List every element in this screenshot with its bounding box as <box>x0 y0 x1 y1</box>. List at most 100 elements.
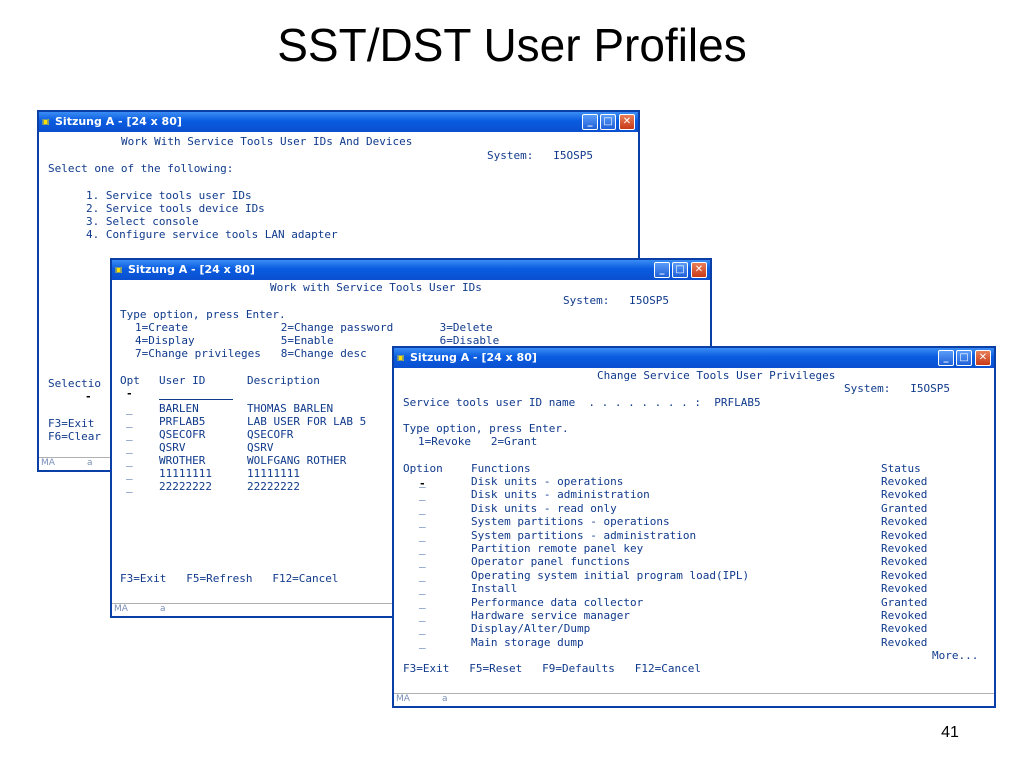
close-button[interactable]: ✕ <box>975 350 991 366</box>
maximize-button[interactable]: □ <box>672 262 688 278</box>
row-user-id: 11111111 <box>159 467 212 480</box>
privilege-option-input[interactable]: _ <box>419 609 426 622</box>
privilege-status: Revoked <box>881 542 928 555</box>
privilege-option-input[interactable]: _ <box>419 636 426 649</box>
privilege-option-input[interactable]: _ <box>419 475 426 488</box>
row-description: 22222222 <box>247 480 300 493</box>
menu-option-lan-adapter[interactable]: 4. Configure service tools LAN adapter <box>86 228 338 241</box>
privilege-option-input[interactable]: _ <box>419 542 426 555</box>
status-bar: MA a <box>394 693 994 706</box>
privilege-function: Hardware service manager <box>471 609 630 622</box>
row-option-input[interactable]: _ <box>126 402 133 415</box>
row-user-id: 22222222 <box>159 480 212 493</box>
column-header-opt: Opt <box>120 374 140 387</box>
column-header-description: Description <box>247 374 320 387</box>
privilege-status: Revoked <box>881 488 928 502</box>
privilege-function: Disk units - administration <box>471 488 650 502</box>
type-option-prompt: Type option, press Enter. <box>403 422 569 435</box>
privilege-status: Revoked <box>881 622 928 636</box>
privilege-option-input[interactable]: _ <box>419 529 426 542</box>
column-header-status: Status <box>881 462 921 475</box>
row-option-input[interactable]: _ <box>126 467 133 480</box>
status-mode: MA <box>396 694 410 704</box>
column-header-functions: Functions <box>471 462 531 475</box>
minimize-button[interactable]: _ <box>582 114 598 130</box>
status-field: a <box>160 604 166 614</box>
terminal-screen[interactable]: Change Service Tools User Privileges Sys… <box>394 368 994 706</box>
privilege-option-input[interactable]: _ <box>419 488 426 501</box>
privilege-function: Performance data collector <box>471 595 644 609</box>
menu-option-select-console[interactable]: 3. Select console <box>86 215 199 228</box>
function-keys[interactable]: F3=Exit F5=Refresh F12=Cancel <box>120 572 339 585</box>
terminal-window-privileges[interactable]: ▣ Sitzung A - [24 x 80] _ □ ✕ Change Ser… <box>392 346 996 708</box>
privilege-status: Revoked <box>881 609 928 622</box>
row-description: WOLFGANG ROTHER <box>247 454 347 467</box>
row-description: THOMAS BARLEN <box>247 402 334 415</box>
row-option-input[interactable]: _ <box>126 415 133 428</box>
minimize-button[interactable]: _ <box>654 262 670 278</box>
terminal-app-icon: ▣ <box>397 353 405 362</box>
window-title-bar[interactable]: ▣ Sitzung A - [24 x 80] _ □ ✕ <box>39 112 638 132</box>
row-description: QSECOFR <box>247 428 294 441</box>
privilege-status: Revoked <box>881 475 928 488</box>
column-header-user-id: User ID <box>159 374 206 387</box>
f6-clear-key[interactable]: F6=Clear <box>48 430 101 443</box>
privilege-option-input[interactable]: _ <box>419 582 426 595</box>
menu-option-user-ids[interactable]: 1. Service tools user IDs <box>86 189 252 202</box>
header-underline <box>159 399 233 400</box>
row-option-input[interactable]: _ <box>126 441 133 454</box>
system-name: System: I5OSP5 <box>844 382 950 395</box>
status-mode: MA <box>114 604 128 614</box>
privilege-option-input[interactable]: _ <box>419 569 426 582</box>
type-option-prompt: Type option, press Enter. <box>120 308 286 321</box>
screen-heading: Work with Service Tools User IDs <box>270 281 482 294</box>
row-user-id: BARLEN <box>159 402 199 415</box>
minimize-button[interactable]: _ <box>938 350 954 366</box>
row-option-input[interactable]: _ <box>126 480 133 493</box>
row-option-input[interactable]: _ <box>126 454 133 467</box>
system-name: System: I5OSP5 <box>563 294 669 307</box>
row-option-input[interactable]: _ <box>126 428 133 441</box>
privilege-function: Display/Alter/Dump <box>471 622 591 636</box>
privilege-function: Main storage dump <box>471 635 584 649</box>
maximize-button[interactable]: □ <box>600 114 616 130</box>
privilege-option-input[interactable]: _ <box>419 502 426 515</box>
select-prompt: Select one of the following: <box>48 162 234 175</box>
screen-heading: Change Service Tools User Privileges <box>597 369 836 382</box>
privilege-function: Partition remote panel key <box>471 542 644 555</box>
privilege-status: Revoked <box>881 555 928 569</box>
window-title: Sitzung A - [24 x 80] <box>55 115 182 128</box>
privilege-status: Granted <box>881 595 928 609</box>
window-title: Sitzung A - [24 x 80] <box>128 263 255 276</box>
more-indicator: More... <box>932 649 979 662</box>
privilege-option-input[interactable]: _ <box>419 596 426 609</box>
row-description: 11111111 <box>247 467 300 480</box>
privilege-option-input[interactable]: _ <box>419 555 426 568</box>
terminal-app-icon: ▣ <box>42 117 50 126</box>
selection-input[interactable]: - <box>85 390 92 403</box>
row-user-id: WROTHER <box>159 454 206 467</box>
privilege-status: Revoked <box>881 582 928 596</box>
menu-option-device-ids[interactable]: 2. Service tools device IDs <box>86 202 265 215</box>
option-legend-line: 1=Revoke 2=Grant <box>418 435 538 448</box>
page-number: 41 <box>941 724 959 741</box>
window-title: Sitzung A - [24 x 80] <box>410 351 537 364</box>
status-field: a <box>442 694 448 704</box>
maximize-button[interactable]: □ <box>956 350 972 366</box>
f3-exit-key[interactable]: F3=Exit <box>48 417 94 430</box>
function-keys[interactable]: F3=Exit F5=Reset F9=Defaults F12=Cancel <box>403 662 701 675</box>
close-button[interactable]: ✕ <box>691 262 707 278</box>
column-header-option: Option <box>403 462 443 475</box>
row-description: LAB USER FOR LAB 5 <box>247 415 367 428</box>
user-id-name-line: Service tools user ID name . . . . . . .… <box>403 396 761 409</box>
privilege-option-input[interactable]: _ <box>419 515 426 528</box>
privilege-option-input[interactable]: _ <box>419 622 426 635</box>
window-title-bar[interactable]: ▣ Sitzung A - [24 x 80] _ □ ✕ <box>112 260 710 280</box>
close-button[interactable]: ✕ <box>619 114 635 130</box>
privilege-function: System partitions - operations <box>471 515 670 529</box>
privilege-function: Operating system initial program load(IP… <box>471 568 750 582</box>
status-mode: MA <box>41 458 55 468</box>
privilege-status: Revoked <box>881 635 928 649</box>
privilege-status: Revoked <box>881 528 928 542</box>
window-title-bar[interactable]: ▣ Sitzung A - [24 x 80] _ □ ✕ <box>394 348 994 368</box>
